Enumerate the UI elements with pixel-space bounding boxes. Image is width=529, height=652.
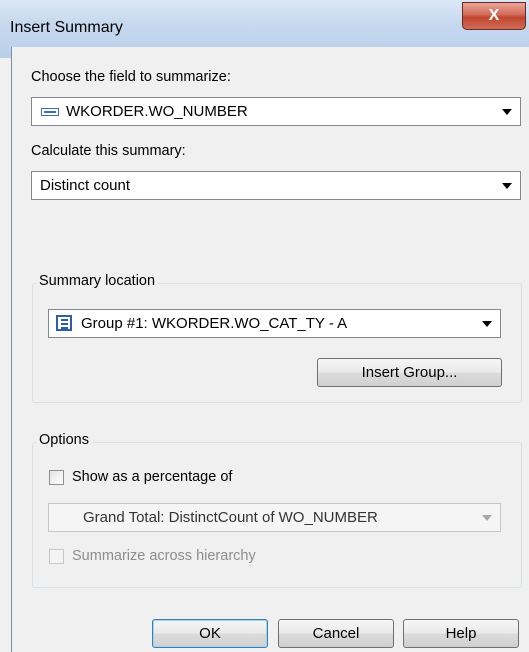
help-button[interactable]: Help: [403, 619, 519, 648]
show-percentage-label[interactable]: Show as a percentage of: [72, 469, 232, 485]
summarize-hierarchy-label[interactable]: Summarize across hierarchy: [72, 548, 256, 564]
summarize-hierarchy-checkbox[interactable]: [49, 549, 64, 564]
location-value: Group #1: WKORDER.WO_CAT_TY - A: [81, 315, 348, 332]
ok-button[interactable]: OK: [152, 619, 268, 648]
field-label: Choose the field to summarize:: [31, 69, 231, 85]
chevron-down-icon: [482, 321, 492, 327]
field-value: WKORDER.WO_NUMBER: [66, 103, 248, 120]
percentage-dropdown[interactable]: Grand Total: DistinctCount of WO_NUMBER: [48, 503, 501, 532]
show-percentage-checkbox[interactable]: [49, 470, 64, 485]
summary-label: Calculate this summary:: [31, 143, 186, 159]
field-dropdown[interactable]: WKORDER.WO_NUMBER: [31, 97, 521, 126]
cancel-button[interactable]: Cancel: [278, 619, 394, 648]
summary-value: Distinct count: [40, 177, 131, 194]
summary-location-heading: Summary location: [36, 273, 159, 289]
percentage-value: Grand Total: DistinctCount of WO_NUMBER: [83, 509, 378, 526]
insert-group-button[interactable]: Insert Group...: [317, 358, 502, 387]
close-button[interactable]: X: [462, 2, 526, 30]
summary-dropdown[interactable]: Distinct count: [31, 171, 521, 200]
chevron-down-icon: [482, 515, 492, 521]
insert-summary-dialog: Insert Summary X Choose the field to sum…: [0, 0, 529, 652]
close-icon: X: [488, 7, 500, 24]
dialog-body: Choose the field to summarize: WKORDER.W…: [11, 47, 529, 652]
group-icon: [56, 315, 72, 331]
options-heading: Options: [36, 432, 92, 448]
chevron-down-icon: [502, 183, 512, 189]
chevron-down-icon: [502, 109, 512, 115]
field-icon: [41, 108, 59, 116]
window-title: Insert Summary: [10, 19, 123, 36]
location-dropdown[interactable]: Group #1: WKORDER.WO_CAT_TY - A: [48, 309, 501, 338]
